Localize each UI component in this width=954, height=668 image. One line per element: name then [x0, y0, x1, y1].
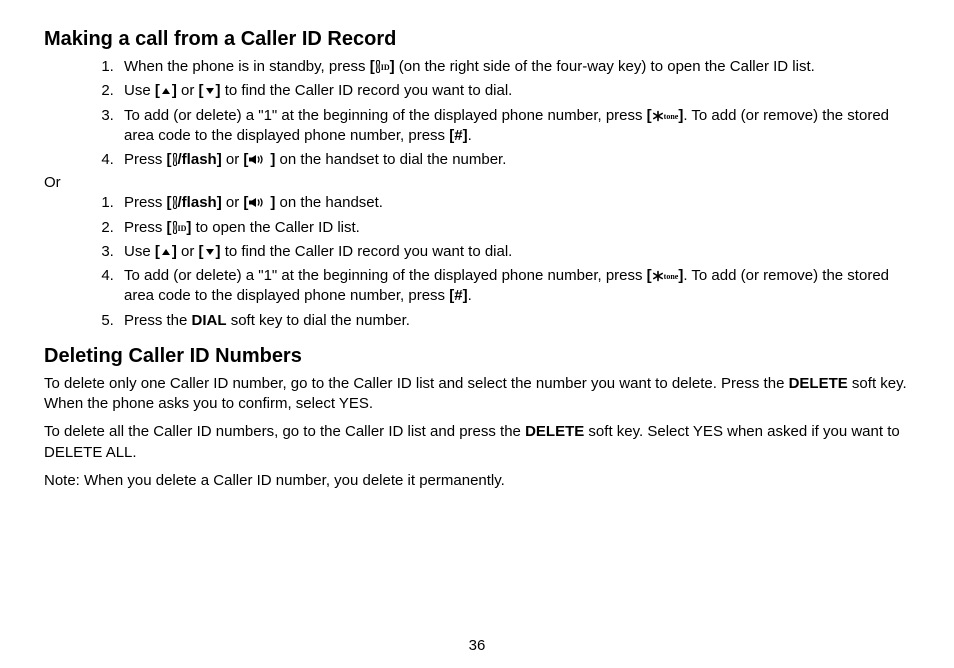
down-icon: [204, 246, 216, 258]
list-item: Use [] or [] to find the Caller ID recor…: [118, 81, 910, 101]
star-icon: [652, 270, 664, 282]
down-icon: [204, 85, 216, 97]
up-icon: [160, 246, 172, 258]
speaker-icon: [248, 154, 270, 165]
list-item: To add (or delete) a "1" at the beginnin…: [118, 266, 910, 307]
heading-deleting: Deleting Caller ID Numbers: [44, 345, 910, 368]
list-item: Press the DIAL soft key to dial the numb…: [118, 311, 910, 331]
up-icon: [160, 85, 172, 97]
heading-making-call: Making a call from a Caller ID Record: [44, 28, 910, 51]
page-number: 36: [0, 637, 954, 654]
list-item: Press [/flash] or [] on the handset to d…: [118, 150, 910, 170]
deleting-p1: To delete only one Caller ID number, go …: [44, 374, 910, 415]
speaker-icon: [248, 197, 270, 208]
list-item: Use [] or [] to find the Caller ID recor…: [118, 242, 910, 262]
list-item: Press [/flash] or [] on the handset.: [118, 193, 910, 213]
list-item: When the phone is in standby, press [ID]…: [118, 57, 910, 77]
or-label: Or: [44, 174, 910, 191]
making-call-list-b: Press [/flash] or [] on the handset. Pre…: [44, 193, 910, 331]
star-icon: [652, 110, 664, 122]
document-page: Making a call from a Caller ID Record Wh…: [0, 0, 954, 668]
list-item: Press [ID] to open the Caller ID list.: [118, 218, 910, 238]
deleting-p3: Note: When you delete a Caller ID number…: [44, 471, 910, 491]
deleting-p2: To delete all the Caller ID numbers, go …: [44, 422, 910, 463]
making-call-list-a: When the phone is in standby, press [ID]…: [44, 57, 910, 170]
list-item: To add (or delete) a "1" at the beginnin…: [118, 106, 910, 147]
